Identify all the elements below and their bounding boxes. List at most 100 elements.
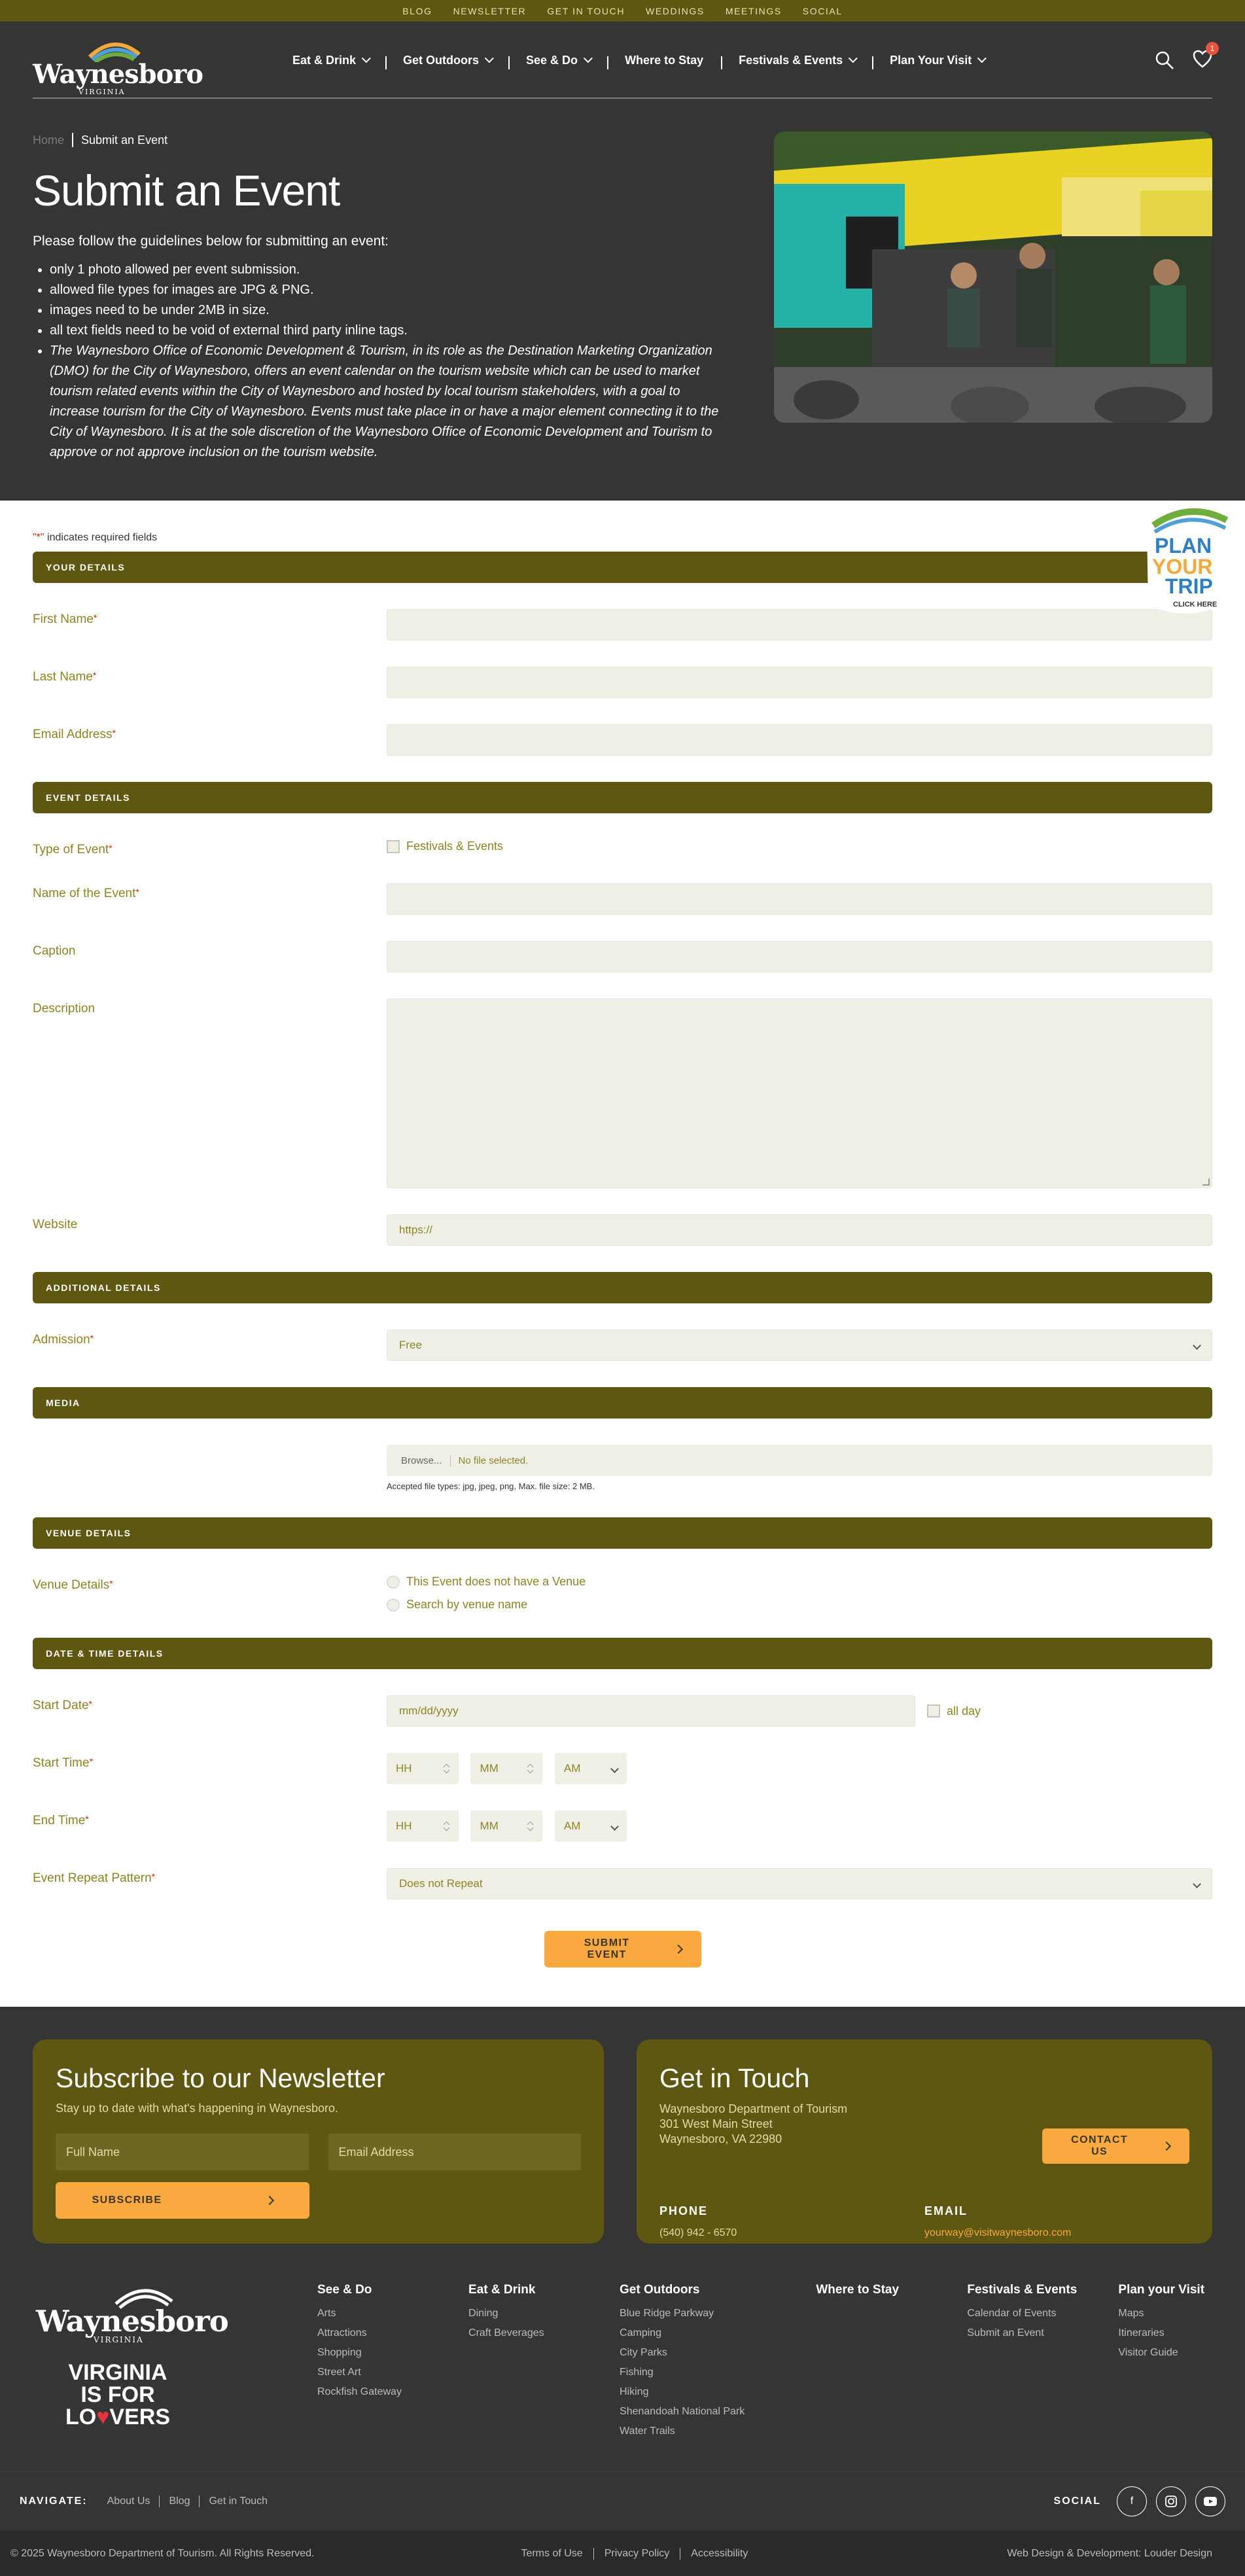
accessibility-link[interactable]: Accessibility <box>680 2547 758 2560</box>
search-icon[interactable] <box>1155 50 1174 70</box>
footer-col-title[interactable]: Festivals & Events <box>967 2283 1118 2297</box>
footer-link[interactable]: Submit an Event <box>967 2327 1118 2339</box>
navigate-link-blog[interactable]: Blog <box>159 2496 199 2507</box>
footer-link[interactable]: Shopping <box>317 2347 468 2359</box>
start-minute-stepper[interactable]: MM <box>470 1753 543 1784</box>
breadcrumb-home-link[interactable]: Home <box>33 133 64 147</box>
footer-link[interactable]: Hiking <box>620 2386 816 2398</box>
footer-link[interactable]: Attractions <box>317 2327 468 2339</box>
end-hour-stepper[interactable]: HH <box>387 1810 459 1842</box>
start-ampm-select[interactable]: AM <box>554 1753 627 1784</box>
admission-select[interactable]: Free <box>387 1330 1212 1361</box>
end-time-label: End Time* <box>33 1814 89 1827</box>
button-label: CONTACT US <box>1071 2134 1128 2157</box>
site-logo[interactable]: Waynesboro VIRGINIA <box>33 34 203 96</box>
chevron-right-icon <box>265 2195 275 2206</box>
nav-eat-drink[interactable]: Eat & Drink <box>275 54 385 67</box>
end-ampm-select[interactable]: AM <box>554 1810 627 1842</box>
browse-button[interactable]: Browse... <box>401 1455 451 1466</box>
radio-button[interactable] <box>387 1598 400 1612</box>
navigate-link-get-in-touch[interactable]: Get in Touch <box>199 2496 277 2507</box>
checkbox-box[interactable] <box>387 839 400 853</box>
footer-link[interactable]: Street Art <box>317 2367 468 2378</box>
privacy-link[interactable]: Privacy Policy <box>593 2547 680 2560</box>
topbar-link-blog[interactable]: BLOG <box>402 6 432 16</box>
required-mark: "*" <box>33 532 44 543</box>
footer-link[interactable]: Craft Beverages <box>468 2327 620 2339</box>
topbar-link-weddings[interactable]: WEDDINGS <box>646 6 705 16</box>
dmo-notice: The Waynesboro Office of Economic Develo… <box>50 341 726 463</box>
favorites-button[interactable]: 1 <box>1193 41 1219 71</box>
copyright-bar: © 2025 Waynesboro Department of Tourism.… <box>0 2531 1245 2576</box>
file-upload-input[interactable]: Browse... No file selected. <box>387 1445 1212 1476</box>
sticker-text-plan: PLAN <box>1155 534 1212 557</box>
footer-link[interactable]: Rockfish Gateway <box>317 2386 468 2398</box>
facebook-icon[interactable]: f <box>1117 2486 1147 2516</box>
footer-link[interactable]: Calendar of Events <box>967 2308 1118 2320</box>
event-name-input[interactable] <box>387 883 1212 915</box>
footer-link[interactable]: Fishing <box>620 2367 816 2378</box>
repeat-select[interactable]: Does not Repeat <box>387 1868 1212 1899</box>
chevron-down-icon <box>361 54 371 63</box>
all-day-checkbox[interactable]: all day <box>927 1704 981 1718</box>
newsletter-name-input[interactable]: Full Name <box>56 2134 309 2170</box>
nav-label: Festivals & Events <box>739 53 843 67</box>
topbar-link-get-in-touch[interactable]: GET IN TOUCH <box>547 6 625 16</box>
venue-option-search[interactable]: Search by venue name <box>387 1598 1212 1612</box>
label-text: Type of Event <box>33 843 109 856</box>
website-input[interactable]: https:// <box>387 1214 1212 1246</box>
footer-link[interactable]: City Parks <box>620 2347 816 2359</box>
first-name-label: First Name* <box>33 612 97 626</box>
youtube-icon[interactable] <box>1195 2486 1225 2516</box>
heart-icon: ♥ <box>96 2405 110 2429</box>
footer-col-eat-drink: Eat & Drink Dining Craft Beverages <box>468 2283 620 2445</box>
footer-link[interactable]: Dining <box>468 2308 620 2320</box>
start-date-input[interactable]: mm/dd/yyyy <box>387 1695 915 1727</box>
topbar-link-meetings[interactable]: MEETINGS <box>726 6 782 16</box>
footer-link[interactable]: Blue Ridge Parkway <box>620 2308 816 2320</box>
footer-col-title[interactable]: Plan your Visit <box>1118 2283 1209 2297</box>
caption-input[interactable] <box>387 941 1212 972</box>
email-link[interactable]: yourway@visitwaynesboro.com <box>924 2227 1189 2239</box>
newsletter-email-input[interactable]: Email Address <box>328 2134 581 2170</box>
nav-plan-your-visit[interactable]: Plan Your Visit <box>872 54 1001 69</box>
first-name-input[interactable] <box>387 609 1212 641</box>
footer-link[interactable]: Water Trails <box>620 2426 816 2437</box>
navigate-link-about[interactable]: About Us <box>98 2496 160 2507</box>
nav-where-to-stay[interactable]: Where to Stay <box>607 54 721 69</box>
venue-option-no-venue[interactable]: This Event does not have a Venue <box>387 1575 1212 1589</box>
nav-festivals-events[interactable]: Festivals & Events <box>721 53 872 69</box>
radio-button[interactable] <box>387 1575 400 1589</box>
submit-event-button[interactable]: SUBMIT EVENT <box>544 1931 701 1967</box>
footer-link[interactable]: Visitor Guide <box>1118 2347 1209 2359</box>
plan-your-trip-sticker[interactable]: PLAN YOUR TRIP CLICK HERE <box>1140 501 1238 618</box>
terms-link[interactable]: Terms of Use <box>510 2548 593 2560</box>
instagram-icon[interactable] <box>1156 2486 1186 2516</box>
type-festivals-events-checkbox[interactable]: Festivals & Events <box>387 839 1212 853</box>
nav-get-outdoors[interactable]: Get Outdoors <box>385 54 508 69</box>
checkbox-box[interactable] <box>927 1704 940 1718</box>
end-minute-stepper[interactable]: MM <box>470 1810 543 1842</box>
description-textarea[interactable] <box>387 998 1212 1188</box>
footer-logo[interactable]: Waynesboro VIRGINIA VIRGINIA IS FOR LO♥V… <box>36 2283 317 2429</box>
footer-link[interactable]: Arts <box>317 2308 468 2320</box>
footer-link[interactable]: Maps <box>1118 2308 1209 2320</box>
topbar-link-newsletter[interactable]: NEWSLETTER <box>453 6 527 16</box>
footer-col-title[interactable]: Where to Stay <box>816 2283 967 2297</box>
contact-us-button[interactable]: CONTACT US <box>1042 2128 1189 2164</box>
footer-col-title[interactable]: Eat & Drink <box>468 2283 620 2297</box>
last-name-input[interactable] <box>387 667 1212 698</box>
footer-link[interactable]: Shenandoah National Park <box>620 2406 816 2418</box>
phone-link[interactable]: (540) 942 - 6570 <box>659 2227 924 2239</box>
design-credit[interactable]: Web Design & Development: Louder Design <box>1007 2548 1212 2560</box>
nav-see-do[interactable]: See & Do <box>508 54 607 69</box>
footer-link[interactable]: Camping <box>620 2327 816 2339</box>
footer-col-title[interactable]: See & Do <box>317 2283 468 2297</box>
start-hour-stepper[interactable]: HH <box>387 1753 459 1784</box>
footer-logo-wordmark: Waynesboro <box>36 2304 229 2338</box>
footer-col-title[interactable]: Get Outdoors <box>620 2283 816 2297</box>
footer-link[interactable]: Itineraries <box>1118 2327 1209 2339</box>
subscribe-button[interactable]: SUBSCRIBE <box>56 2182 309 2219</box>
email-input[interactable] <box>387 724 1212 756</box>
topbar-link-social[interactable]: SOCIAL <box>803 6 843 16</box>
